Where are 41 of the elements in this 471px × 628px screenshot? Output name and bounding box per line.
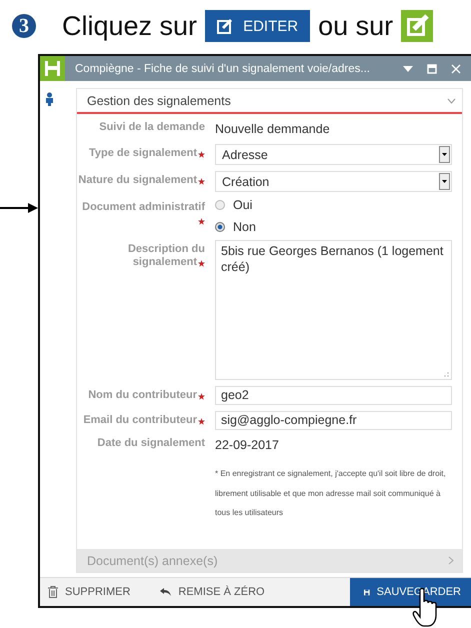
select-field[interactable]: Création xyxy=(215,171,452,192)
person-icon xyxy=(45,92,54,106)
edit-icon xyxy=(401,10,434,42)
resize-grip-icon[interactable] xyxy=(444,372,449,377)
dropdown-icon xyxy=(439,173,450,190)
field-label: Email du contributeur xyxy=(83,414,197,426)
instruction-text: ou sur xyxy=(318,10,394,42)
field-label: Document administratif xyxy=(82,201,205,213)
field-value: 22-09-2017 xyxy=(215,438,279,452)
consent-note: * En enregistrant ce signalement, j'accepte qu'il soit libre de droit, librement utilisable et que mon adresse mail soit communiqué à tous les utilisateurs xyxy=(215,468,447,519)
textarea-field[interactable]: 5bis rue Georges Bernanos (1 logement créé) xyxy=(215,240,452,380)
window-title: Compiègne - Fiche de suivi d'un signalement voie/adres... xyxy=(75,62,371,74)
trash-icon xyxy=(48,586,58,598)
field-value: Nouvelle demmande xyxy=(215,122,330,136)
dropdown-icon[interactable] xyxy=(403,66,413,72)
step-number-badge: 3 xyxy=(12,14,36,38)
chevron-icon xyxy=(447,98,456,104)
radio-button[interactable] xyxy=(215,222,225,232)
instruction-text: Cliquez sur xyxy=(62,10,198,42)
undo-icon xyxy=(160,588,172,596)
field-label: Nom du contributeur xyxy=(88,389,197,401)
reset-button[interactable]: REMISE À ZÉRO xyxy=(152,578,273,606)
arrow-icon xyxy=(0,202,38,214)
close-icon[interactable] xyxy=(451,64,461,74)
chevron-icon xyxy=(448,556,454,565)
dropdown-icon xyxy=(439,146,450,163)
edit-icon xyxy=(217,18,234,34)
field-label: Description du signalement xyxy=(128,243,205,268)
field-label: Nature du signalement xyxy=(78,174,197,186)
radio-label[interactable]: Non xyxy=(233,220,256,234)
select-field[interactable]: Adresse xyxy=(215,144,452,165)
field-label: Type de signalement xyxy=(89,147,197,159)
input-field[interactable]: sig@agglo-compiegne.fr xyxy=(215,411,452,430)
section-header[interactable]: Gestion des signalements xyxy=(77,89,462,114)
restore-icon[interactable] xyxy=(427,64,437,74)
radio-label[interactable]: Oui xyxy=(233,198,252,212)
radio-button[interactable] xyxy=(215,200,225,210)
field-label: Date du signalement xyxy=(97,437,205,449)
field-label: Suivi de la demande xyxy=(99,121,205,133)
delete-button[interactable]: SUPPRIMER xyxy=(40,578,138,606)
input-field[interactable]: geo2 xyxy=(215,386,452,405)
